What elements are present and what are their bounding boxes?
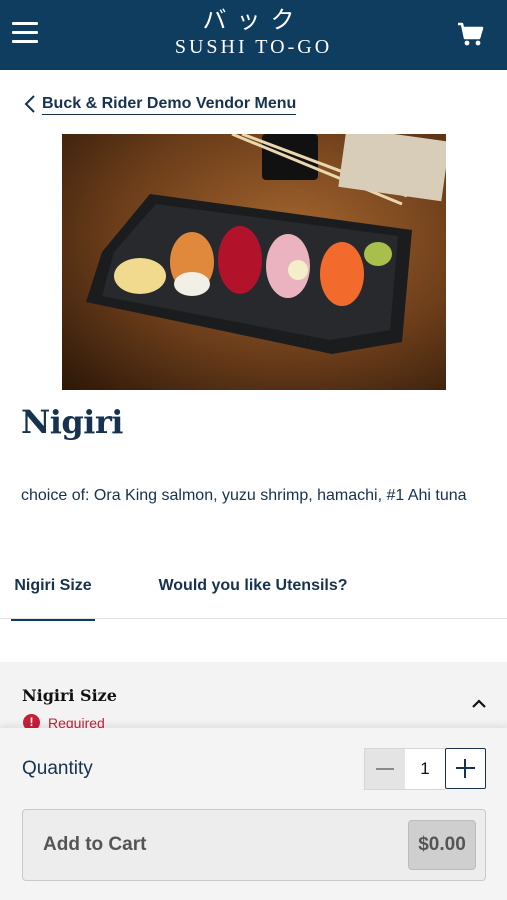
- product-description: choice of: Ora King salmon, yuzu shrimp,…: [21, 487, 467, 504]
- product-title: Nigiri: [21, 403, 123, 441]
- chevron-left-icon: [24, 95, 35, 113]
- tab-nigiri-size[interactable]: Nigiri Size: [11, 560, 95, 621]
- quantity-value[interactable]: 1: [405, 748, 445, 790]
- section-title: Nigiri Size: [22, 686, 117, 705]
- quantity-label: Quantity: [22, 758, 93, 779]
- decrease-quantity-button[interactable]: [364, 748, 406, 790]
- increase-quantity-button[interactable]: [445, 748, 486, 789]
- product-image: [62, 134, 446, 390]
- app-header: バック SUSHI TO-GO: [0, 0, 507, 70]
- brand-logo[interactable]: バック SUSHI TO-GO: [0, 6, 507, 60]
- order-panel: Quantity 1 Add to Cart $0.00: [0, 728, 507, 900]
- price-badge: $0.00: [408, 820, 476, 870]
- add-to-cart-label: Add to Cart: [43, 834, 147, 855]
- back-to-menu-link[interactable]: Buck & Rider Demo Vendor Menu: [24, 92, 297, 116]
- logo-english-text: SUSHI TO-GO: [174, 36, 333, 58]
- chevron-up-icon[interactable]: [471, 698, 487, 710]
- tab-utensils[interactable]: Would you like Utensils?: [148, 560, 358, 618]
- tabs-divider: [0, 618, 507, 619]
- quantity-stepper: 1: [364, 748, 486, 790]
- add-to-cart-button[interactable]: Add to Cart $0.00: [22, 809, 486, 881]
- option-tabs: Nigiri Size Would you like Utensils?: [0, 560, 507, 621]
- back-link-label: Buck & Rider Demo Vendor Menu: [42, 94, 297, 115]
- shopping-cart-icon[interactable]: [457, 22, 485, 48]
- logo-japanese-text: バック: [202, 6, 305, 34]
